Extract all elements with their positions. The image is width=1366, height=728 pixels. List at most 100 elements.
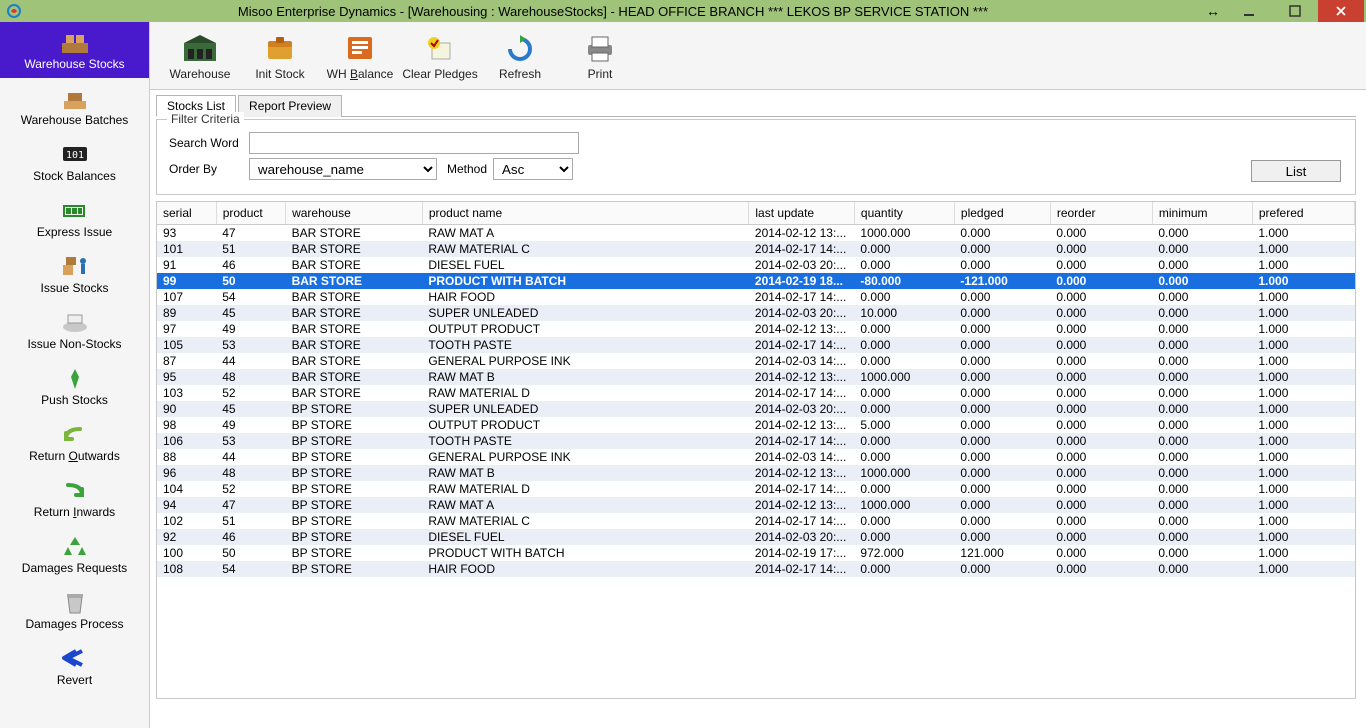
cell: OUTPUT PRODUCT bbox=[422, 321, 749, 337]
toolbar-wh-balance-button[interactable]: WH Balance bbox=[320, 24, 400, 88]
sidebar-item-express-issue[interactable]: Express Issue bbox=[0, 190, 149, 246]
refresh-icon bbox=[502, 31, 538, 65]
cell: 50 bbox=[216, 273, 285, 289]
shrink-icon[interactable]: ↔ bbox=[1200, 1, 1226, 21]
column-header-pledged[interactable]: pledged bbox=[954, 202, 1050, 225]
sidebar-item-issue-non-stocks[interactable]: Issue Non-Stocks bbox=[0, 302, 149, 358]
cell: 0.000 bbox=[954, 385, 1050, 401]
table-row[interactable]: 10151BAR STORERAW MATERIAL C2014-02-17 1… bbox=[157, 241, 1355, 257]
table-row[interactable]: 10352BAR STORERAW MATERIAL D2014-02-17 1… bbox=[157, 385, 1355, 401]
cell: 0.000 bbox=[954, 257, 1050, 273]
cell: 0.000 bbox=[954, 513, 1050, 529]
column-header-product[interactable]: product bbox=[216, 202, 285, 225]
cell: BAR STORE bbox=[286, 321, 423, 337]
toolbar-init-stock-button[interactable]: Init Stock bbox=[240, 24, 320, 88]
table-row[interactable]: 10553BAR STORETOOTH PASTE2014-02-17 14:.… bbox=[157, 337, 1355, 353]
sidebar-item-push-stocks[interactable]: Push Stocks bbox=[0, 358, 149, 414]
table-row[interactable]: 9749BAR STOREOUTPUT PRODUCT2014-02-12 13… bbox=[157, 321, 1355, 337]
table-row[interactable]: 9548BAR STORERAW MAT B2014-02-12 13:...1… bbox=[157, 369, 1355, 385]
tab-report-preview[interactable]: Report Preview bbox=[238, 95, 342, 117]
sidebar-item-return-inwards[interactable]: Return Inwards bbox=[0, 470, 149, 526]
cell: RAW MATERIAL D bbox=[422, 385, 749, 401]
cell: 0.000 bbox=[1152, 497, 1252, 513]
column-header-prefered[interactable]: prefered bbox=[1252, 202, 1354, 225]
cell: BP STORE bbox=[286, 513, 423, 529]
table-row[interactable]: 9146BAR STOREDIESEL FUEL2014-02-03 20:..… bbox=[157, 257, 1355, 273]
cell: 0.000 bbox=[954, 321, 1050, 337]
toolbar-print-button[interactable]: Print bbox=[560, 24, 640, 88]
table-row[interactable]: 10754BAR STOREHAIR FOOD2014-02-17 14:...… bbox=[157, 289, 1355, 305]
sidebar-item-label: Warehouse Stocks bbox=[24, 57, 124, 71]
cell: 0.000 bbox=[1050, 417, 1152, 433]
column-header-minimum[interactable]: minimum bbox=[1152, 202, 1252, 225]
sidebar-item-label: Revert bbox=[57, 673, 92, 687]
sidebar-item-damages-process[interactable]: Damages Process bbox=[0, 582, 149, 638]
table-row[interactable]: 10251BP STORERAW MATERIAL C2014-02-17 14… bbox=[157, 513, 1355, 529]
cell: 0.000 bbox=[1152, 513, 1252, 529]
column-header-serial[interactable]: serial bbox=[157, 202, 216, 225]
sidebar-item-revert[interactable]: Revert bbox=[0, 638, 149, 694]
toolbar-warehouse-button[interactable]: Warehouse bbox=[160, 24, 240, 88]
toolbar-label: Clear Pledges bbox=[402, 67, 477, 81]
minimize-button[interactable] bbox=[1226, 1, 1272, 21]
title-bar: Misoo Enterprise Dynamics - [Warehousing… bbox=[0, 0, 1366, 22]
table-row[interactable]: 9849BP STOREOUTPUT PRODUCT2014-02-12 13:… bbox=[157, 417, 1355, 433]
table-row[interactable]: 9648BP STORERAW MAT B2014-02-12 13:...10… bbox=[157, 465, 1355, 481]
cell: 0.000 bbox=[854, 385, 954, 401]
cell: 0.000 bbox=[1152, 241, 1252, 257]
column-header-reorder[interactable]: reorder bbox=[1050, 202, 1152, 225]
column-header-product-name[interactable]: product name bbox=[422, 202, 749, 225]
sidebar-item-warehouse-batches[interactable]: Warehouse Batches bbox=[0, 78, 149, 134]
cell: 100 bbox=[157, 545, 216, 561]
table-row[interactable]: 8844BP STOREGENERAL PURPOSE INK2014-02-0… bbox=[157, 449, 1355, 465]
sidebar-item-damages-requests[interactable]: Damages Requests bbox=[0, 526, 149, 582]
battery-icon bbox=[60, 197, 90, 223]
search-input[interactable] bbox=[249, 132, 579, 154]
cell: 2014-02-12 13:... bbox=[749, 497, 855, 513]
cell: 105 bbox=[157, 337, 216, 353]
sidebar-item-return-outwards[interactable]: Return Outwards bbox=[0, 414, 149, 470]
cell: 0.000 bbox=[1152, 321, 1252, 337]
cell: 46 bbox=[216, 257, 285, 273]
column-header-warehouse[interactable]: warehouse bbox=[286, 202, 423, 225]
sidebar-item-label: Issue Stocks bbox=[40, 281, 108, 295]
table-row[interactable]: 8945BAR STORESUPER UNLEADED2014-02-03 20… bbox=[157, 305, 1355, 321]
cell: BAR STORE bbox=[286, 305, 423, 321]
sidebar-item-stock-balances[interactable]: 101Stock Balances bbox=[0, 134, 149, 190]
table-row[interactable]: 10452BP STORERAW MATERIAL D2014-02-17 14… bbox=[157, 481, 1355, 497]
sidebar-item-issue-stocks[interactable]: Issue Stocks bbox=[0, 246, 149, 302]
cell: BP STORE bbox=[286, 449, 423, 465]
cell: DIESEL FUEL bbox=[422, 529, 749, 545]
table-row[interactable]: 9045BP STORESUPER UNLEADED2014-02-03 20:… bbox=[157, 401, 1355, 417]
table-row[interactable]: 9447BP STORERAW MAT A2014-02-12 13:...10… bbox=[157, 497, 1355, 513]
cell: 49 bbox=[216, 417, 285, 433]
cell: BP STORE bbox=[286, 417, 423, 433]
table-row[interactable]: 9950BAR STOREPRODUCT WITH BATCH2014-02-1… bbox=[157, 273, 1355, 289]
maximize-button[interactable] bbox=[1272, 1, 1318, 21]
cell: 0.000 bbox=[1050, 401, 1152, 417]
table-row[interactable]: 9347BAR STORERAW MAT A2014-02-12 13:...1… bbox=[157, 225, 1355, 242]
column-header-last-update[interactable]: last update bbox=[749, 202, 855, 225]
toolbar-clear-pledges-button[interactable]: Clear Pledges bbox=[400, 24, 480, 88]
table-row[interactable]: 10050BP STOREPRODUCT WITH BATCH2014-02-1… bbox=[157, 545, 1355, 561]
table-row[interactable]: 10653BP STORETOOTH PASTE2014-02-17 14:..… bbox=[157, 433, 1355, 449]
sidebar-item-warehouse-stocks[interactable]: Warehouse Stocks bbox=[0, 22, 149, 78]
toolbar-refresh-button[interactable]: Refresh bbox=[480, 24, 560, 88]
column-header-quantity[interactable]: quantity bbox=[854, 202, 954, 225]
method-select[interactable]: Asc bbox=[493, 158, 573, 180]
cell: 2014-02-17 14:... bbox=[749, 513, 855, 529]
table-row[interactable]: 8744BAR STOREGENERAL PURPOSE INK2014-02-… bbox=[157, 353, 1355, 369]
cell: 1.000 bbox=[1252, 465, 1354, 481]
orderby-select[interactable]: warehouse_name bbox=[249, 158, 437, 180]
sidebar-item-label: Push Stocks bbox=[41, 393, 108, 407]
list-button[interactable]: List bbox=[1251, 160, 1341, 182]
stocks-grid[interactable]: serialproductwarehouseproduct namelast u… bbox=[156, 201, 1356, 699]
cell: 2014-02-03 14:... bbox=[749, 353, 855, 369]
table-row[interactable]: 10854BP STOREHAIR FOOD2014-02-17 14:...0… bbox=[157, 561, 1355, 577]
table-row[interactable]: 9246BP STOREDIESEL FUEL2014-02-03 20:...… bbox=[157, 529, 1355, 545]
cell: 0.000 bbox=[854, 401, 954, 417]
close-button[interactable] bbox=[1318, 0, 1364, 22]
cell: 1.000 bbox=[1252, 561, 1354, 577]
cell: 5.000 bbox=[854, 417, 954, 433]
cell: 1.000 bbox=[1252, 273, 1354, 289]
